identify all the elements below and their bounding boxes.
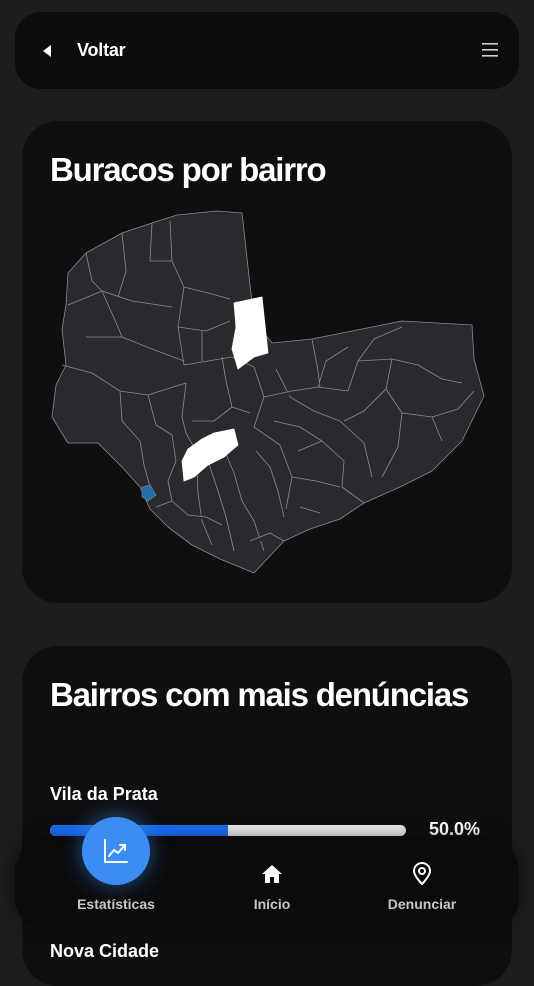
nav-label-statistics: Estatísticas: [77, 896, 155, 912]
back-label: Voltar: [77, 40, 126, 60]
caret-left-icon: [43, 44, 51, 57]
map-outline: [51, 210, 485, 574]
ranking-card: Bairros com mais denúncias Vila da Prata…: [22, 646, 512, 986]
neighborhood-map[interactable]: [22, 121, 512, 603]
chart-trend-icon: [104, 839, 128, 863]
ranking-item-percent: 50.0%: [429, 819, 481, 839]
nav-label-home: Início: [253, 896, 291, 912]
ranking-item-name-next: Nova Cidade: [50, 941, 160, 961]
ranking-item-name: Vila da Prata: [50, 784, 158, 804]
map-pin-icon: [413, 862, 431, 885]
statistics-fab[interactable]: [82, 817, 150, 885]
nav-label-report: Denunciar: [387, 896, 457, 912]
ranking-title: Bairros com mais denúncias: [50, 676, 469, 713]
hamburger-menu-icon: [482, 43, 498, 57]
back-button[interactable]: Voltar: [43, 12, 126, 89]
map-card: Buracos por bairro: [22, 121, 512, 603]
top-bar: Voltar: [15, 12, 519, 89]
menu-button[interactable]: [481, 41, 499, 59]
home-icon: [262, 865, 282, 883]
bottom-nav: Estatísticas Início Denunciar: [15, 817, 519, 927]
